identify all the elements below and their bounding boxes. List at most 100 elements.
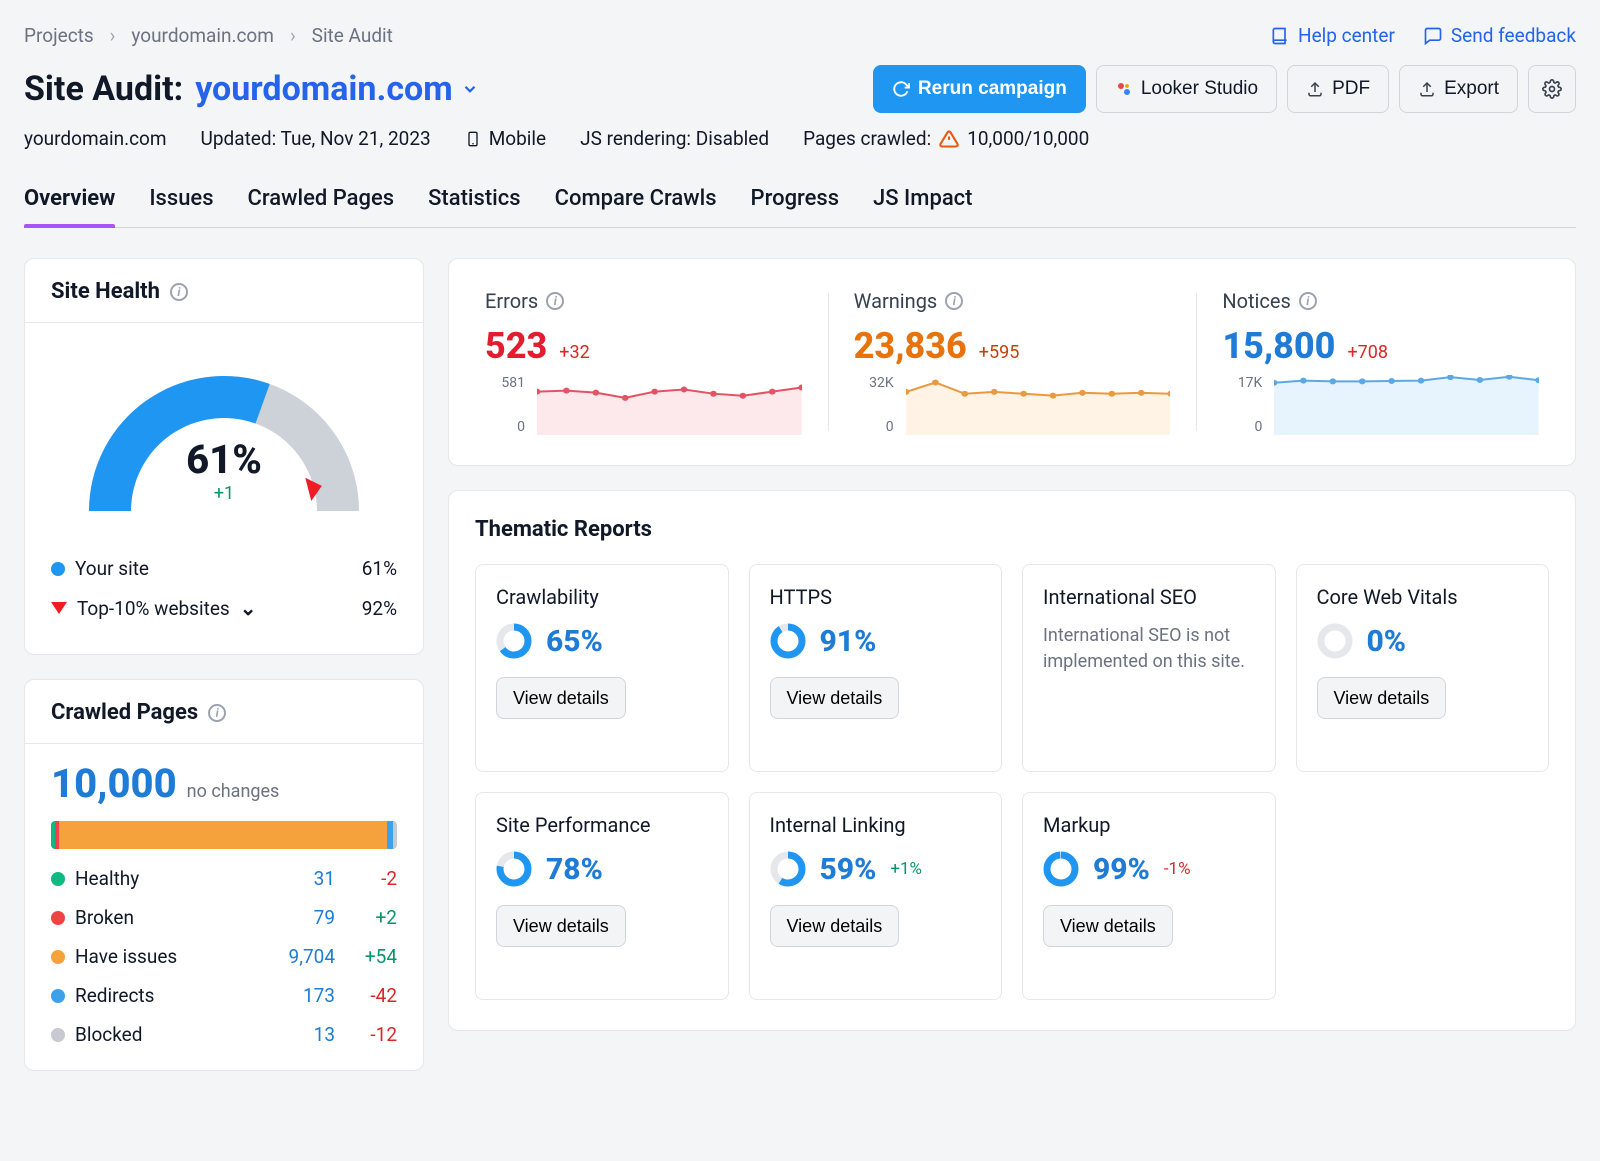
errors-value: 523 bbox=[485, 325, 547, 367]
export-button[interactable]: Export bbox=[1399, 65, 1518, 113]
legend-top10-value: 92% bbox=[362, 597, 397, 620]
errors-cell[interactable]: Errorsi 523 +32 5810 bbox=[459, 289, 828, 435]
chevron-down-icon bbox=[461, 80, 479, 98]
book-icon bbox=[1270, 26, 1290, 46]
report-delta: +1% bbox=[890, 859, 922, 879]
info-icon[interactable]: i bbox=[170, 283, 188, 301]
feedback-icon bbox=[1423, 26, 1443, 46]
info-icon[interactable]: i bbox=[945, 292, 963, 310]
site-health-delta: +1 bbox=[54, 483, 394, 504]
warnings-sparkline bbox=[906, 375, 1171, 435]
stack-seg bbox=[393, 821, 397, 849]
gear-icon bbox=[1542, 79, 1562, 99]
notices-delta: +708 bbox=[1347, 342, 1388, 363]
dot-icon bbox=[51, 562, 65, 576]
report-percent: 0% bbox=[1367, 624, 1407, 659]
errors-delta: +32 bbox=[559, 342, 589, 363]
meta-crawled: Pages crawled: 10,000/10,000 bbox=[803, 127, 1089, 150]
report-card: HTTPS 91% View details bbox=[749, 564, 1003, 772]
meta-device: Mobile bbox=[465, 127, 546, 150]
report-title: Site Performance bbox=[496, 813, 708, 837]
info-icon[interactable]: i bbox=[208, 704, 226, 722]
settings-button[interactable] bbox=[1528, 65, 1576, 113]
warnings-value: 23,836 bbox=[854, 325, 967, 367]
info-icon[interactable]: i bbox=[1299, 292, 1317, 310]
domain-dropdown[interactable]: yourdomain.com bbox=[195, 69, 479, 109]
send-feedback-link[interactable]: Send feedback bbox=[1423, 24, 1576, 47]
legend-your-site-value: 61% bbox=[362, 557, 397, 580]
report-title: Crawlability bbox=[496, 585, 708, 609]
errors-sparkline bbox=[537, 375, 802, 435]
report-percent: 59% bbox=[820, 852, 877, 887]
report-title: International SEO bbox=[1043, 585, 1255, 609]
crawled-item[interactable]: Have issues 9,704 +54 bbox=[51, 945, 397, 968]
tab-issues[interactable]: Issues bbox=[149, 180, 213, 227]
tab-overview[interactable]: Overview bbox=[24, 180, 115, 227]
donut-icon bbox=[770, 623, 806, 659]
tab-js-impact[interactable]: JS Impact bbox=[873, 180, 972, 227]
tab-progress[interactable]: Progress bbox=[751, 180, 840, 227]
looker-icon bbox=[1115, 80, 1133, 98]
upload-icon bbox=[1306, 80, 1324, 98]
refresh-icon bbox=[892, 80, 910, 98]
notices-sparkline bbox=[1274, 375, 1539, 435]
upload-icon bbox=[1418, 80, 1436, 98]
dot-icon bbox=[51, 950, 65, 964]
mobile-icon bbox=[465, 128, 481, 150]
tab-compare-crawls[interactable]: Compare Crawls bbox=[555, 180, 717, 227]
report-card: Internal Linking 59% +1% View details bbox=[749, 792, 1003, 1000]
site-health-card: Site Health i 61% +1 Your site 61% bbox=[24, 258, 424, 655]
donut-icon bbox=[1043, 851, 1079, 887]
crumb-projects[interactable]: Projects bbox=[24, 24, 94, 47]
report-title: HTTPS bbox=[770, 585, 982, 609]
thematic-title: Thematic Reports bbox=[475, 517, 1549, 542]
breadcrumb: Projects › yourdomain.com › Site Audit bbox=[24, 24, 393, 47]
tab-statistics[interactable]: Statistics bbox=[428, 180, 521, 227]
crawled-total: 10,000 bbox=[51, 760, 177, 807]
warnings-delta: +595 bbox=[979, 342, 1020, 363]
page-title: Site Audit: bbox=[24, 69, 183, 109]
crawled-pages-title: Crawled Pages bbox=[51, 700, 198, 725]
pdf-button[interactable]: PDF bbox=[1287, 65, 1389, 113]
report-title: Core Web Vitals bbox=[1317, 585, 1529, 609]
view-details-button[interactable]: View details bbox=[496, 905, 626, 947]
view-details-button[interactable]: View details bbox=[1043, 905, 1173, 947]
help-center-link[interactable]: Help center bbox=[1270, 24, 1395, 47]
crawled-item[interactable]: Healthy 31 -2 bbox=[51, 867, 397, 890]
triangle-icon bbox=[51, 602, 67, 614]
donut-icon bbox=[770, 851, 806, 887]
report-delta: -1% bbox=[1164, 859, 1191, 879]
rerun-campaign-button[interactable]: Rerun campaign bbox=[873, 65, 1086, 113]
dot-icon bbox=[51, 1028, 65, 1042]
tab-crawled-pages[interactable]: Crawled Pages bbox=[248, 180, 395, 227]
meta-row: yourdomain.com Updated: Tue, Nov 21, 202… bbox=[24, 127, 1576, 150]
site-health-percent: 61% bbox=[54, 436, 394, 483]
view-details-button[interactable]: View details bbox=[496, 677, 626, 719]
donut-icon bbox=[496, 623, 532, 659]
view-details-button[interactable]: View details bbox=[1317, 677, 1447, 719]
crumb-site-audit[interactable]: Site Audit bbox=[312, 24, 393, 47]
notices-cell[interactable]: Noticesi 15,800 +708 17K0 bbox=[1196, 289, 1565, 435]
tabs: Overview Issues Crawled Pages Statistics… bbox=[24, 180, 1576, 228]
view-details-button[interactable]: View details bbox=[770, 905, 900, 947]
report-title: Internal Linking bbox=[770, 813, 982, 837]
warnings-cell[interactable]: Warningsi 23,836 +595 32K0 bbox=[828, 289, 1197, 435]
top10-dropdown[interactable]: Top-10% websites ⌄ bbox=[51, 596, 256, 620]
crawled-change-label: no changes bbox=[187, 781, 280, 802]
thematic-reports-card: Thematic Reports Crawlability 65% View d… bbox=[448, 490, 1576, 1031]
meta-js: JS rendering: Disabled bbox=[580, 127, 769, 150]
info-icon[interactable]: i bbox=[546, 292, 564, 310]
report-note: International SEO is not implemented on … bbox=[1043, 623, 1255, 675]
crumb-domain[interactable]: yourdomain.com bbox=[131, 24, 274, 47]
looker-studio-button[interactable]: Looker Studio bbox=[1096, 65, 1277, 113]
meta-updated: Updated: Tue, Nov 21, 2023 bbox=[201, 127, 431, 150]
crawled-item[interactable]: Broken 79 +2 bbox=[51, 906, 397, 929]
dot-icon bbox=[51, 872, 65, 886]
report-card: Core Web Vitals 0% View details bbox=[1296, 564, 1550, 772]
chevron-down-icon: ⌄ bbox=[240, 596, 257, 620]
report-title: Markup bbox=[1043, 813, 1255, 837]
crawled-item[interactable]: Redirects 173 -42 bbox=[51, 984, 397, 1007]
warning-icon bbox=[939, 129, 959, 149]
crawled-item[interactable]: Blocked 13 -12 bbox=[51, 1023, 397, 1046]
view-details-button[interactable]: View details bbox=[770, 677, 900, 719]
